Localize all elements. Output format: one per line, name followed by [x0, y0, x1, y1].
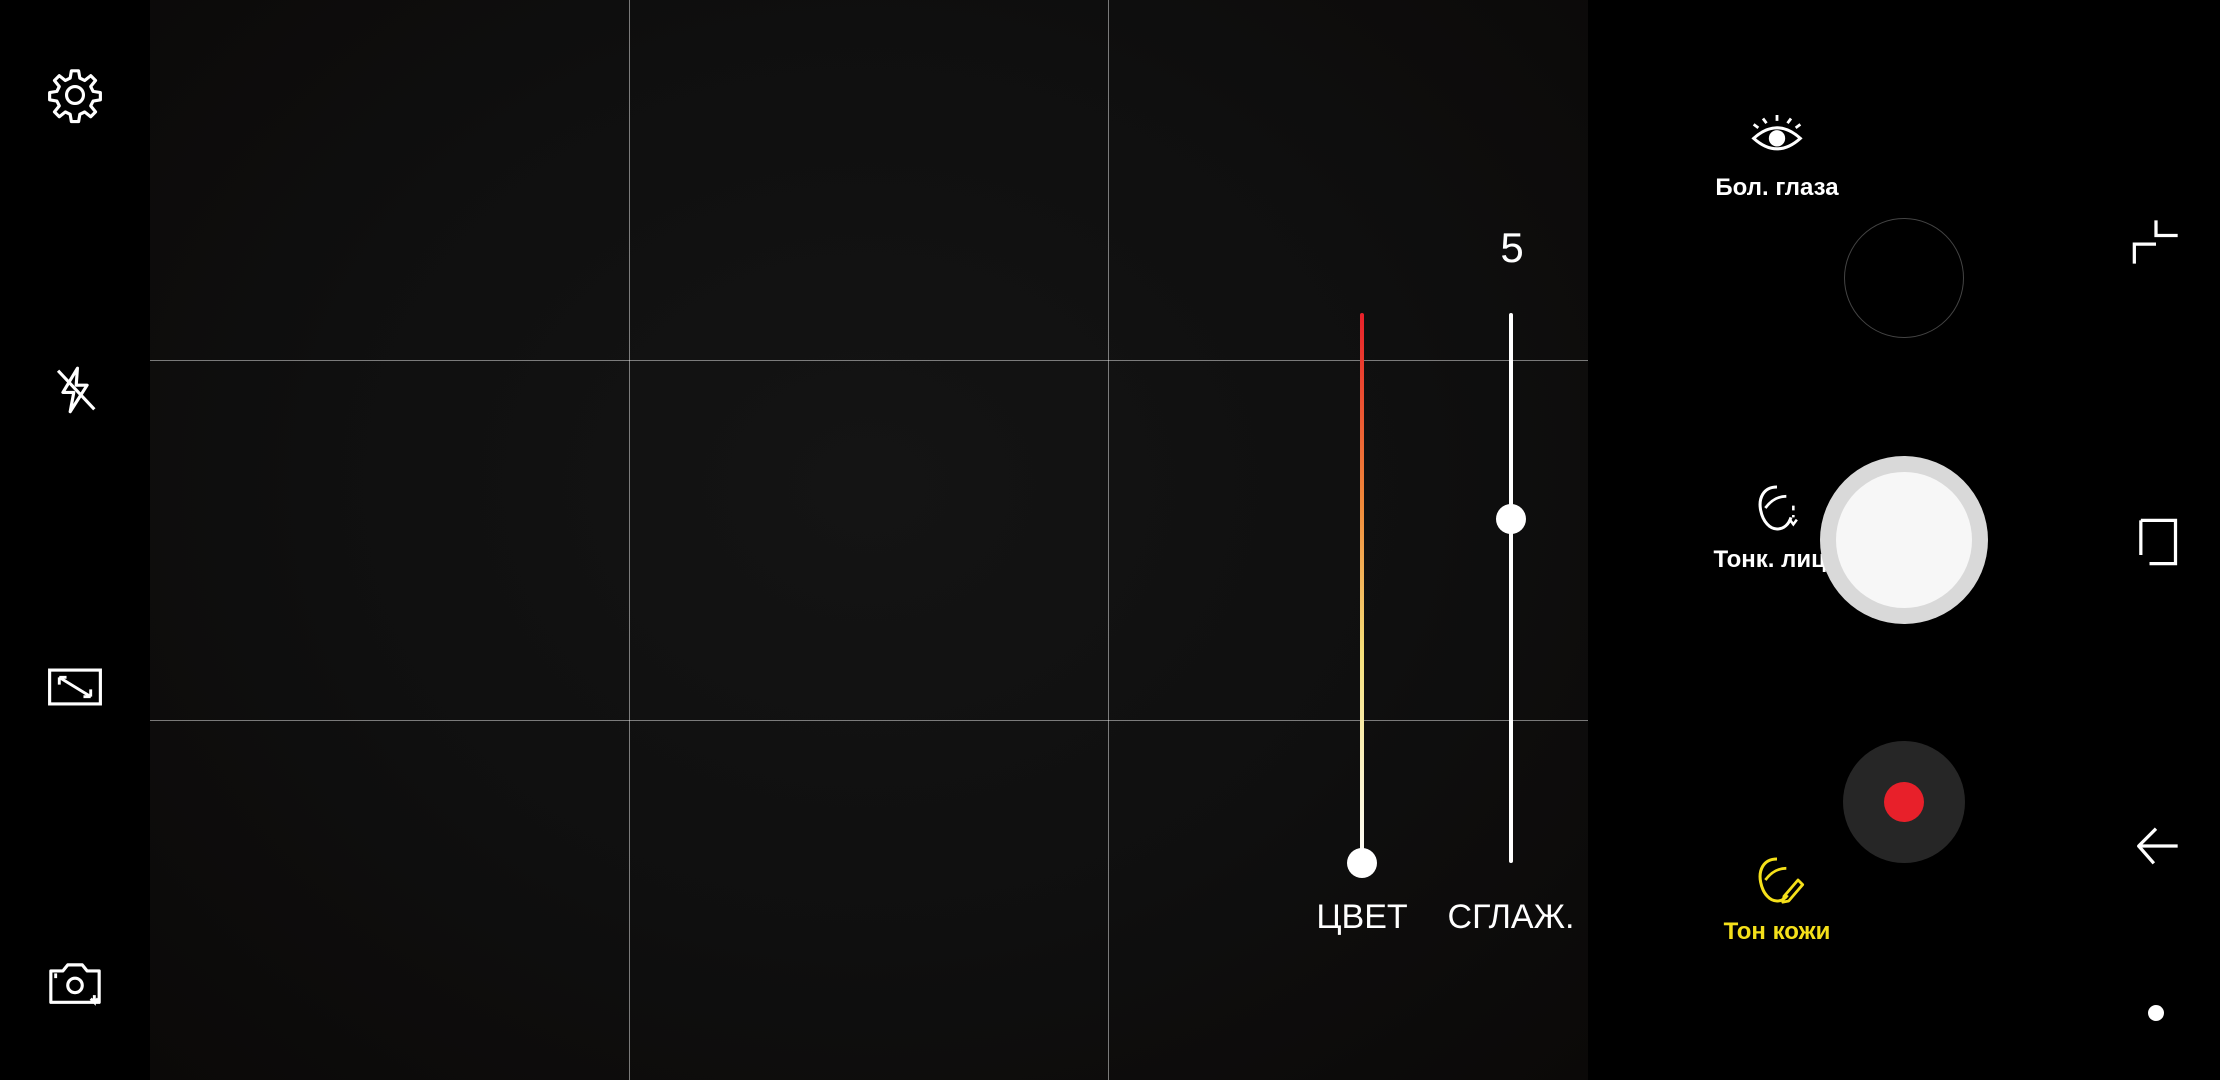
- back-icon: [2137, 827, 2178, 865]
- effect-large-eyes-label: Бол. глаза: [1715, 174, 1839, 201]
- recent-apps-icon: [2132, 220, 2178, 264]
- record-dot-icon: [1884, 782, 1924, 822]
- nav-indicator-dot: [2148, 1005, 2164, 1021]
- gear-icon: [48, 69, 102, 124]
- left-toolbar: [0, 0, 150, 1080]
- grid-line-vertical-1: [629, 0, 630, 1080]
- back-button[interactable]: [2126, 816, 2186, 876]
- smooth-slider-track[interactable]: [1509, 313, 1513, 863]
- shutter-button[interactable]: [1820, 456, 1988, 624]
- grid-line-horizontal-1: [150, 360, 1588, 361]
- smooth-slider-value: 5: [1500, 224, 1524, 271]
- effect-large-eyes[interactable]: Бол. глаза: [1677, 108, 1877, 202]
- recent-apps-button[interactable]: [2126, 212, 2186, 272]
- color-slider-thumb[interactable]: [1347, 848, 1377, 878]
- camera-controls-panel: Бол. глаза Тонк. лицо Тон кожи: [1588, 0, 2220, 1080]
- switch-camera-button[interactable]: [40, 948, 110, 1018]
- grid-line-vertical-2: [1108, 0, 1109, 1080]
- home-button[interactable]: [2126, 512, 2186, 572]
- record-video-button[interactable]: [1843, 741, 1965, 863]
- flash-off-icon: [56, 366, 96, 414]
- large-eyes-icon: [1751, 115, 1803, 151]
- shutter-button-inner: [1836, 472, 1972, 608]
- gallery-thumbnail[interactable]: [1844, 218, 1964, 338]
- switch-camera-icon: [49, 963, 101, 1006]
- skin-tone-icon: [1758, 857, 1805, 904]
- effect-skin-tone-label: Тон кожи: [1723, 918, 1831, 945]
- grid-line-horizontal-2: [150, 720, 1588, 721]
- settings-button[interactable]: [40, 60, 110, 130]
- aspect-ratio-button[interactable]: [40, 652, 110, 722]
- aspect-ratio-icon: [48, 668, 102, 706]
- slim-face-icon: [1758, 485, 1798, 531]
- effect-skin-tone[interactable]: Тон кожи: [1677, 852, 1877, 946]
- home-icon: [2139, 518, 2178, 566]
- smooth-slider-label: СГЛАЖ.: [1447, 898, 1575, 936]
- color-slider-track[interactable]: [1360, 313, 1364, 863]
- flash-button[interactable]: [40, 355, 110, 425]
